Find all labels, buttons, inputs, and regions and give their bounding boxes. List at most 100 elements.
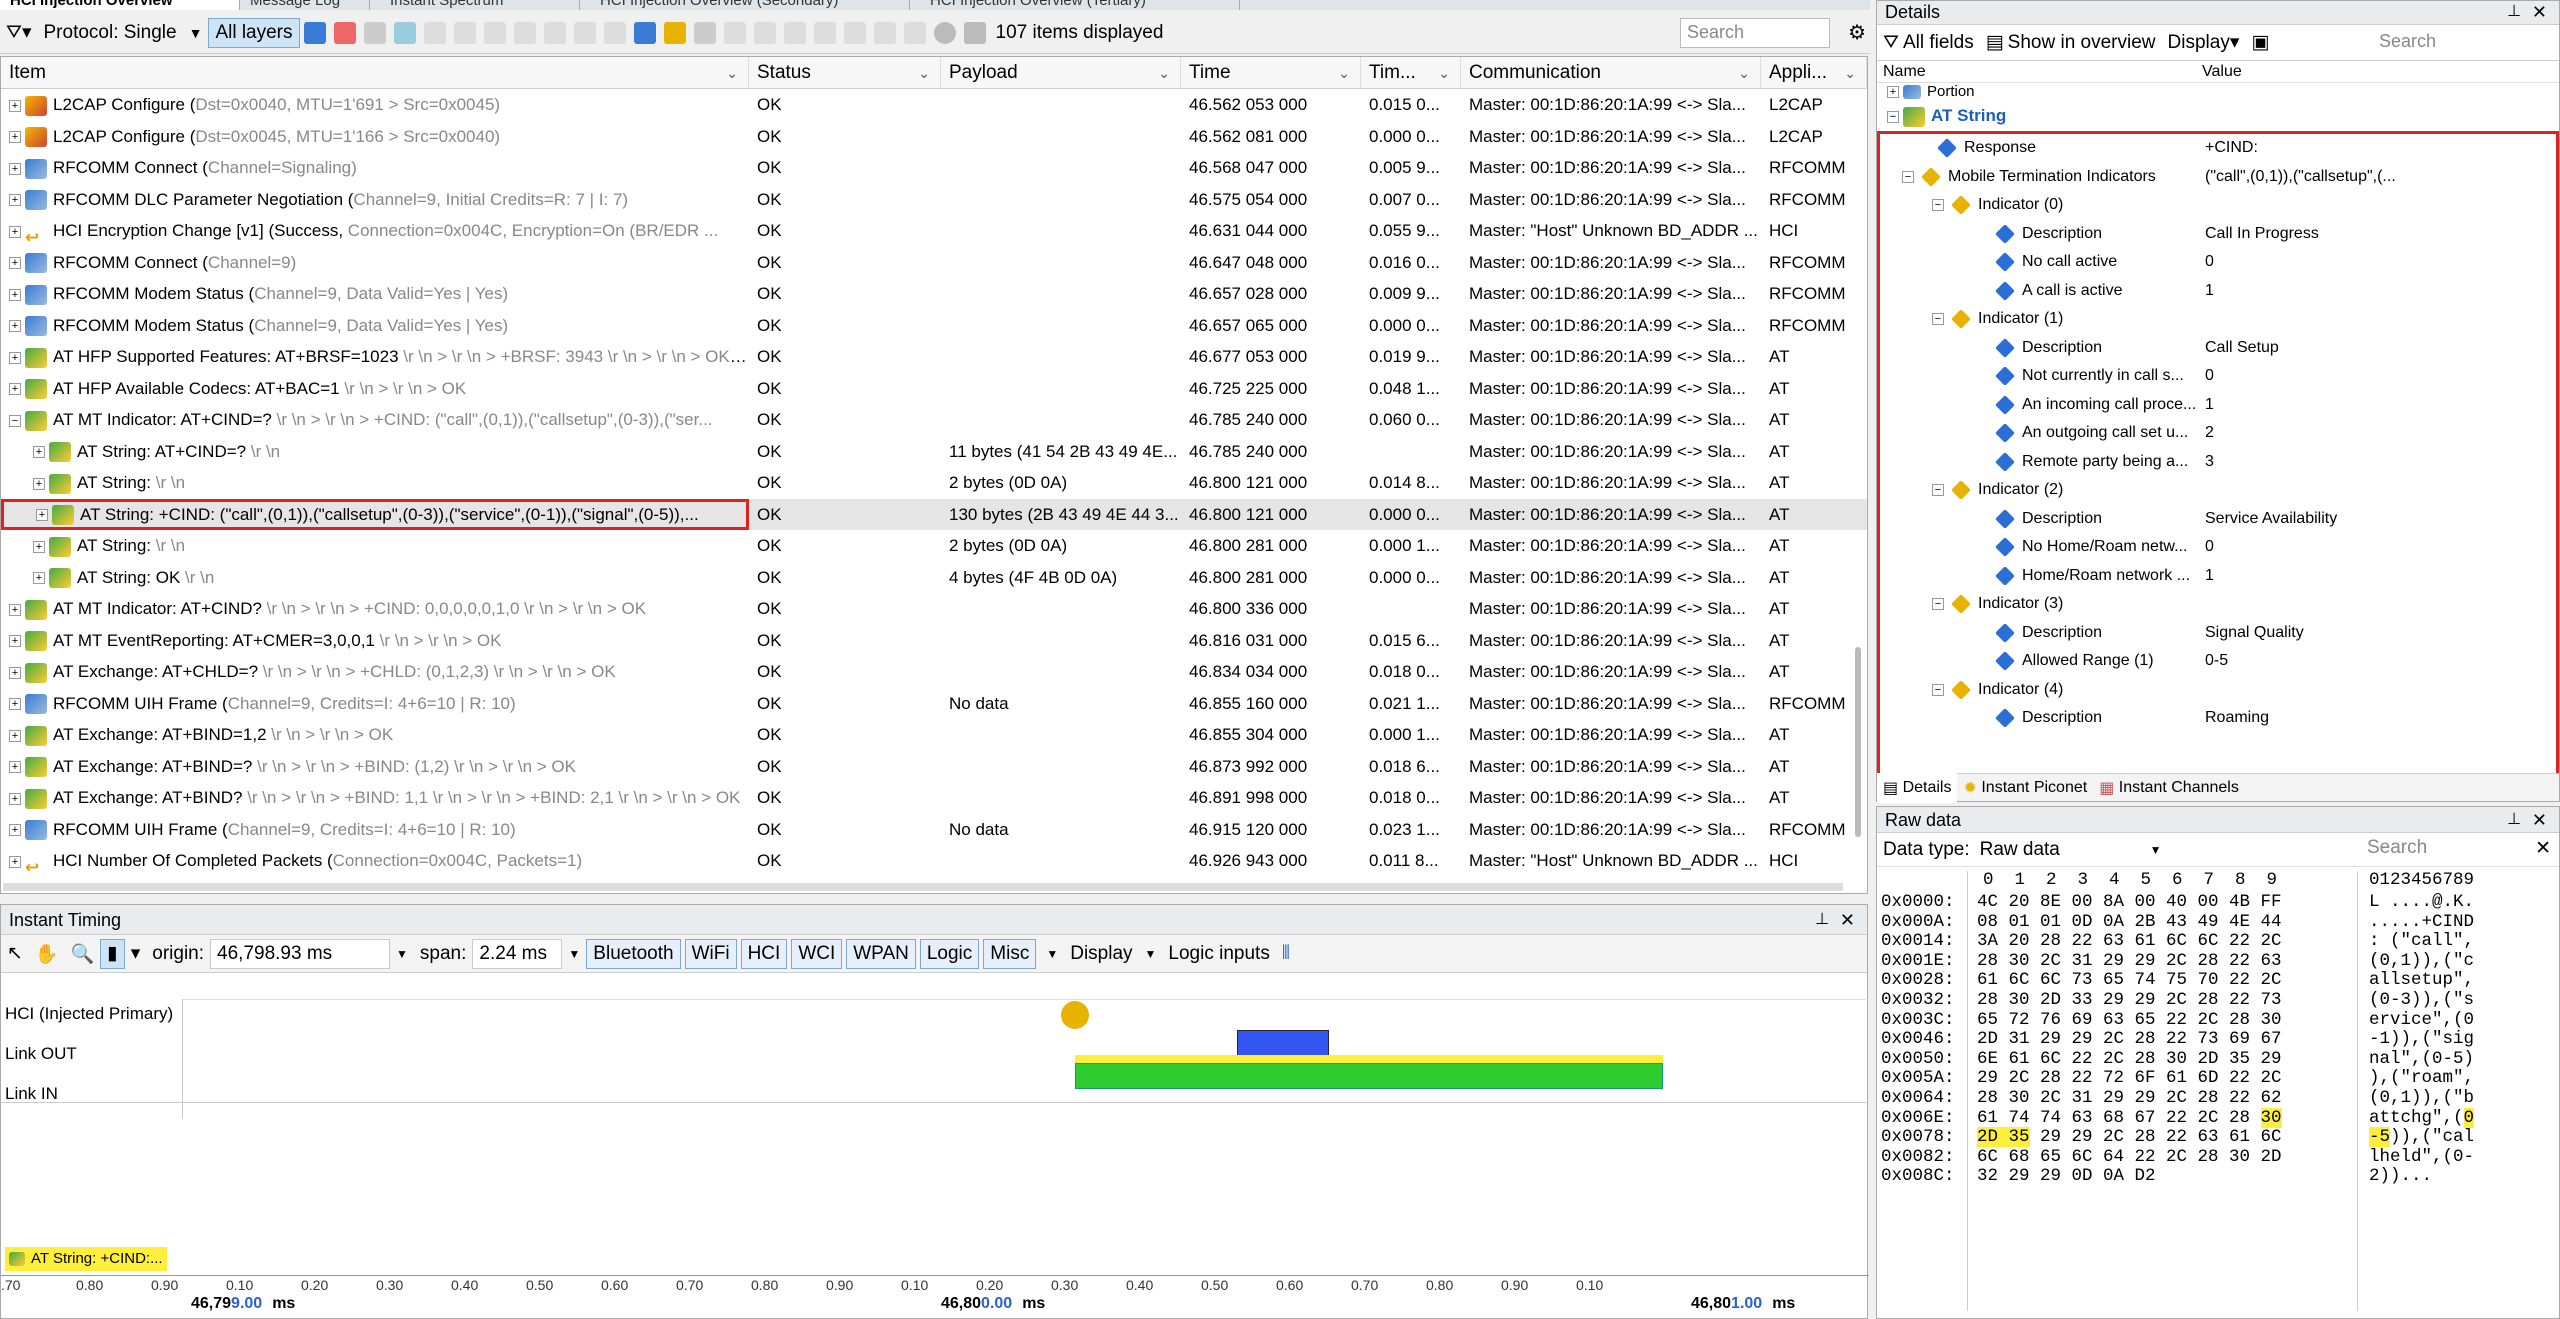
table-row[interactable]: + RFCOMM Connect (Channel=9) OK 46.647 048 … <box>1 247 1867 279</box>
table-row[interactable]: + RFCOMM UIH Frame (Channel=9, Credits=I:… <box>1 814 1867 846</box>
portion-row[interactable]: + Portion <box>1877 83 2559 101</box>
protocol-dropdown[interactable]: Protocol: Single <box>38 18 183 48</box>
hex-row[interactable]: 0x001E: 28 30 2C 31 29 29 2C 28 22 63 (0,1… <box>1877 951 2560 972</box>
bluetooth-button[interactable]: Bluetooth <box>586 938 681 969</box>
details-tree-row[interactable]: Remote party being a... 3 <box>1880 448 2556 477</box>
tool-icon-g[interactable] <box>603 21 626 44</box>
tab-message-log[interactable]: Message Log <box>240 0 370 10</box>
details-tree-row[interactable]: Home/Roam network ... 1 <box>1880 562 2556 591</box>
expand-icon[interactable]: + <box>9 288 21 301</box>
search-options-icon[interactable]: ⚙ <box>1848 20 1866 45</box>
hex-row[interactable]: 0x0078: 2D 35 29 29 2C 28 22 63 61 6C -5))… <box>1877 1127 2560 1148</box>
details-tree-row[interactable]: Response +CIND: <box>1880 134 2556 163</box>
table-row[interactable]: + AT MT Indicator: AT+CIND? \r \n > \r \n… <box>1 593 1867 625</box>
table-row[interactable]: + AT Exchange: AT+BIND=? \r \n > \r \n > … <box>1 751 1867 783</box>
expand-icon[interactable]: + <box>9 351 21 364</box>
data-type-dropdown[interactable]: Raw data <box>1980 839 2150 861</box>
details-close-icon[interactable]: ✕ <box>2532 1 2547 23</box>
expand-icon[interactable]: + <box>36 509 48 522</box>
details-tree-row[interactable]: Description Call In Progress <box>1880 220 2556 249</box>
logic-inputs-button[interactable]: Logic inputs <box>1162 939 1275 969</box>
tool-icon-c[interactable] <box>483 21 506 44</box>
zoom-icon[interactable]: 🔍 <box>65 939 101 969</box>
protocol-chevron-icon[interactable]: ▼ <box>183 18 209 48</box>
hex-row[interactable]: 0x0000: 4C 20 8E 00 8A 00 40 00 4B FF L ..… <box>1877 892 2560 913</box>
hex-row[interactable]: 0x0014: 3A 20 28 22 63 61 6C 6C 22 2C: ("… <box>1877 931 2560 952</box>
item-search-input[interactable]: Search <box>1680 18 1830 48</box>
expand-icon[interactable]: + <box>9 131 21 144</box>
details-pin-icon[interactable]: ⊥ <box>2507 1 2521 23</box>
logic-button[interactable]: Logic <box>919 938 980 969</box>
table-row[interactable]: + L2CAP Configure (Dst=0x0040, MTU=1'691 … <box>1 89 1867 121</box>
table-row[interactable]: + AT String: OK \r \n OK 4 bytes (4F 4B 0D … <box>1 562 1867 594</box>
details-tree-row[interactable]: Description Signal Quality <box>1880 619 2556 648</box>
filter-icon[interactable]: ⛛▾ <box>0 18 38 48</box>
expand-icon[interactable]: + <box>9 792 21 805</box>
table-row[interactable]: + RFCOMM DLC Parameter Negotiation (Chann… <box>1 184 1867 216</box>
hex-view[interactable]: 0 1 2 3 4 5 6 7 8 9 0123456789 0x0000: 4C… <box>1877 870 2560 1311</box>
pointer-icon[interactable]: ↖ <box>1 939 29 969</box>
details-tree-row[interactable]: A call is active 1 <box>1880 277 2556 306</box>
link-in-packet[interactable] <box>1075 1063 1663 1089</box>
details-tree-row[interactable]: − Indicator (0) <box>1880 191 2556 220</box>
raw-close-icon[interactable]: ✕ <box>2532 807 2547 833</box>
export-icon[interactable]: ▣ <box>2245 28 2275 58</box>
link-out-packet[interactable] <box>1237 1030 1329 1056</box>
display-dropdown[interactable]: Display <box>1064 939 1138 969</box>
tab-hci-overview-secondary[interactable]: HCI Injection Overview (Secondary) <box>590 0 910 10</box>
origin-field[interactable]: 46,798.93 ms <box>210 938 391 969</box>
wpan-button[interactable]: WPAN <box>846 938 916 969</box>
table-row[interactable]: + RFCOMM Modem Status (Channel=9, Data Va… <box>1 310 1867 342</box>
col-item[interactable]: Item ⌄ <box>1 57 749 89</box>
expand-icon[interactable]: + <box>33 477 45 490</box>
table-row[interactable]: + AT String: \r \n OK 2 bytes (0D 0A) 46.800… <box>1 467 1867 499</box>
table-row[interactable]: + AT HFP Available Codecs: AT+BAC=1 \r \n… <box>1 373 1867 405</box>
expand-icon[interactable]: + <box>9 603 21 616</box>
expand-icon[interactable]: + <box>9 225 21 238</box>
find-icon[interactable] <box>393 21 416 44</box>
details-display-dropdown[interactable]: Display ▾ <box>2162 28 2246 58</box>
wifi-button[interactable]: WiFi <box>684 938 737 969</box>
hex-row[interactable]: 0x003C: 65 72 76 69 63 65 22 2C 28 30 ervi… <box>1877 1010 2560 1031</box>
hex-row[interactable]: 0x0050: 6E 61 6C 22 2C 28 30 2D 35 29 nal"… <box>1877 1049 2560 1070</box>
collapse-icon[interactable]: − <box>1932 484 1944 497</box>
grid-hscrollbar[interactable] <box>3 883 1843 891</box>
clock-icon[interactable] <box>933 21 956 44</box>
table-row[interactable]: + RFCOMM UIH Frame (Channel=9, Credits=I:… <box>1 688 1867 720</box>
tool-icon-l[interactable] <box>753 21 776 44</box>
tool-icon-k[interactable] <box>723 21 746 44</box>
misc-chevron-icon[interactable]: ▼ <box>1040 939 1064 969</box>
table-row[interactable]: − AT MT Indicator: AT+CIND=? \r \n > \r \… <box>1 404 1867 436</box>
expand-icon[interactable]: + <box>9 761 21 774</box>
waveform-icon[interactable]: ⫴ <box>1276 939 1296 969</box>
details-tree-row[interactable]: − Indicator (4) <box>1880 676 2556 705</box>
table-row[interactable]: + AT String: \r \n OK 2 bytes (0D 0A) 46.800… <box>1 530 1867 562</box>
table-row[interactable]: + RFCOMM Connect (Channel=Signaling) OK 46.… <box>1 152 1867 184</box>
origin-chevron-icon[interactable]: ▼ <box>390 939 414 969</box>
details-tree-row[interactable]: No Home/Roam netw... 0 <box>1880 533 2556 562</box>
expand-icon[interactable]: + <box>33 446 45 459</box>
tab-instant-piconet[interactable]: ✹ Instant Piconet <box>1957 773 2093 803</box>
raw-pin-icon[interactable]: ⊥ <box>2507 807 2521 833</box>
hex-row[interactable]: 0x000A: 08 01 01 0D 0A 2B 43 49 4E 44....… <box>1877 912 2560 933</box>
collapse-icon[interactable]: − <box>1932 313 1944 326</box>
table-row[interactable]: + ↩ HCI Encryption Change [v1] (Success, C… <box>1 215 1867 247</box>
span-field[interactable]: 2.24 ms <box>472 938 563 969</box>
col-delta[interactable]: Tim... ⌄ <box>1361 57 1461 89</box>
collapse-icon[interactable]: − <box>1932 598 1944 611</box>
col-status[interactable]: Status ⌄ <box>749 57 941 89</box>
selected-item-tag[interactable]: AT String: +CIND:... <box>5 1247 167 1271</box>
at-string-root[interactable]: − AT String <box>1877 101 2559 131</box>
collapse-icon[interactable]: − <box>1902 170 1914 183</box>
table-row[interactable]: + ↩ HCI Number Of Completed Packets (Conne… <box>1 845 1867 877</box>
expand-icon[interactable]: − <box>9 414 21 427</box>
pencil-icon[interactable] <box>303 21 326 44</box>
details-tree-row[interactable]: Description Service Availability <box>1880 505 2556 534</box>
hci-event-marker-icon[interactable] <box>1061 1001 1089 1029</box>
collapse-icon[interactable]: − <box>1932 683 1944 696</box>
hex-row[interactable]: 0x0028: 61 6C 6C 73 65 74 75 70 22 2C alls… <box>1877 971 2560 991</box>
wci-button[interactable]: WCI <box>791 938 843 969</box>
show-overview-button[interactable]: ▤ Show in overview <box>1980 28 2162 58</box>
details-tree-row[interactable]: − Indicator (2) <box>1880 476 2556 505</box>
expand-icon[interactable]: + <box>9 383 21 396</box>
